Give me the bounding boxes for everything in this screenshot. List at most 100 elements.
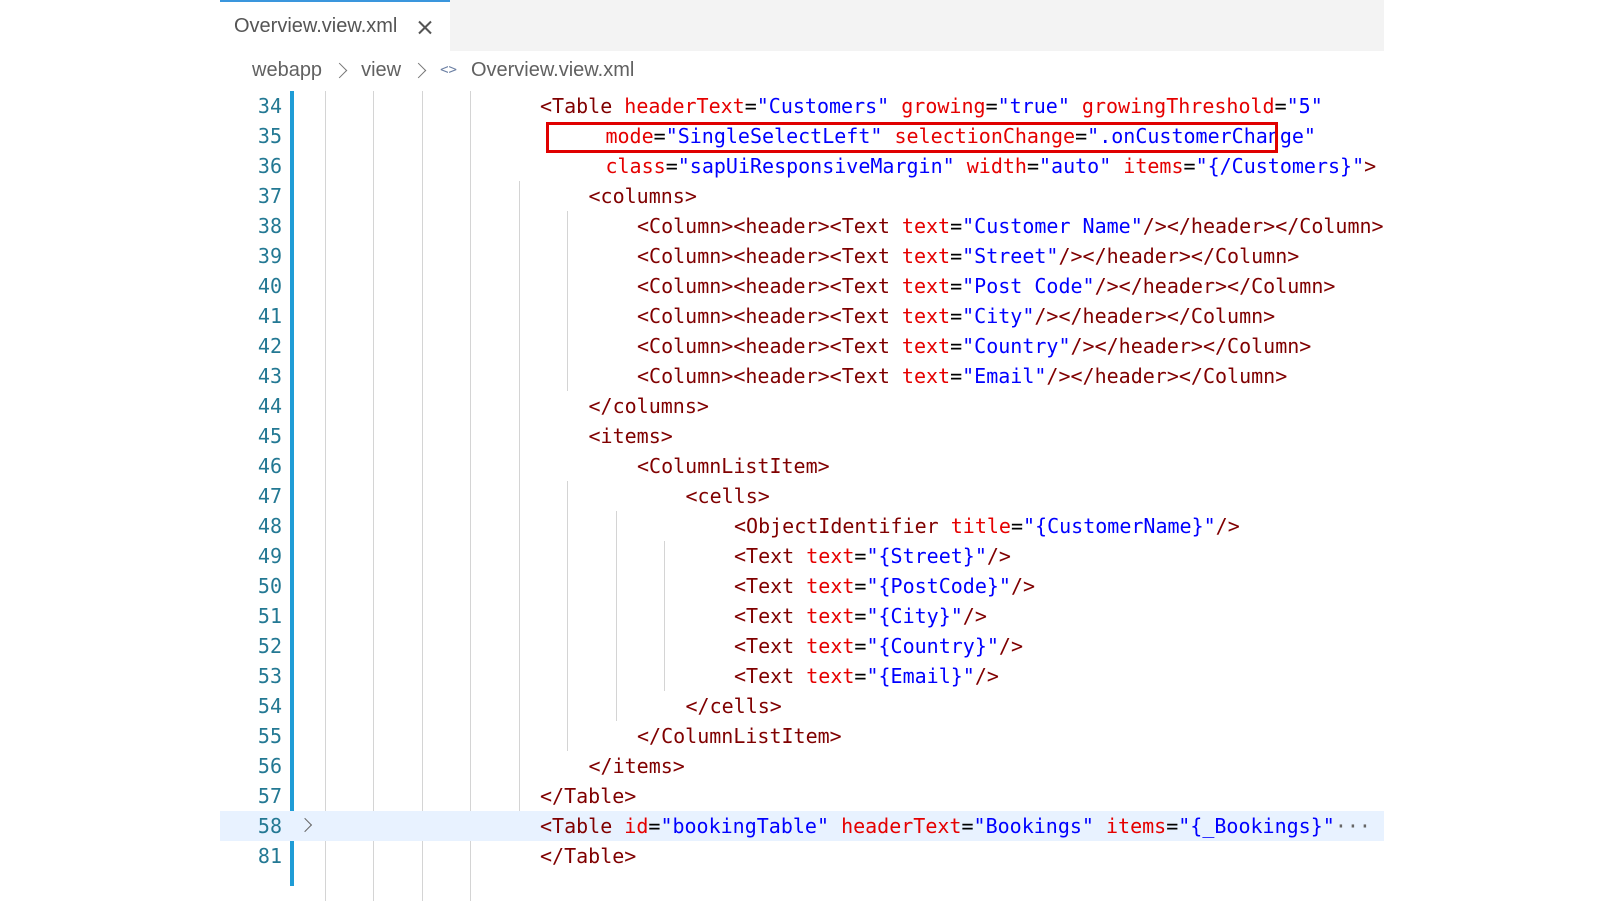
code-line[interactable]: 49 <Text text="{Street}"/> <box>220 541 1384 571</box>
token-tag: <Text <box>734 604 807 628</box>
token-op <box>829 814 841 838</box>
line-number: 81 <box>257 844 282 868</box>
line-number: 47 <box>257 484 282 508</box>
code-text: </ColumnListItem> <box>637 721 842 751</box>
tab-overview-view-xml[interactable]: Overview.view.xml <box>220 0 450 51</box>
code-line[interactable]: 38 <Column><header><Text text="Customer N… <box>220 211 1384 241</box>
token-tag: </items> <box>588 754 685 778</box>
code-text: <Column><header><Text text="Post Code"/>… <box>637 271 1335 301</box>
line-number: 43 <box>257 364 282 388</box>
code-area[interactable]: 34 <Table headerText="Customers" growing=… <box>220 91 1384 901</box>
code-editor[interactable]: Overview.view.xml webapp view <> Overvie… <box>220 0 1384 901</box>
token-tag: /> <box>998 634 1024 658</box>
token-op <box>1094 814 1106 838</box>
token-tag: <ObjectIdentifier <box>734 514 951 538</box>
token-attr: text <box>901 244 951 268</box>
code-line[interactable]: 58 <Table id="bookingTable" headerText="B… <box>220 811 1384 841</box>
token-attr: text <box>901 304 951 328</box>
token-attr: id <box>624 814 649 838</box>
token-tag: <Text <box>734 634 807 658</box>
token-attr: headerText <box>841 814 962 838</box>
token-str: "5" <box>1286 94 1323 118</box>
breadcrumb-item-view[interactable]: view <box>361 59 401 82</box>
code-line[interactable]: 34 <Table headerText="Customers" growing=… <box>220 91 1384 121</box>
token-attr: text <box>901 214 951 238</box>
token-op: = <box>1183 154 1196 178</box>
token-attr: text <box>806 664 855 688</box>
token-str: "Post Code" <box>962 274 1095 298</box>
line-number: 56 <box>257 754 282 778</box>
token-str: "sapUiResponsiveMargin" <box>677 154 955 178</box>
code-line[interactable]: 45 <items> <box>220 421 1384 451</box>
line-number: 48 <box>257 514 282 538</box>
code-line[interactable]: 48 <ObjectIdentifier title="{CustomerName… <box>220 511 1384 541</box>
code-line[interactable]: 44 </columns> <box>220 391 1384 421</box>
token-str: "true" <box>997 94 1070 118</box>
code-line[interactable]: 51 <Text text="{City}"/> <box>220 601 1384 631</box>
token-tag: <Column><header><Text <box>637 244 902 268</box>
token-tag: /> <box>1215 514 1240 538</box>
fold-chevron-icon[interactable] <box>297 817 313 833</box>
line-number: 34 <box>257 94 282 118</box>
code-text: <Column><header><Text text="Customer Nam… <box>637 211 1384 241</box>
code-text: class="sapUiResponsiveMargin" width="aut… <box>605 151 1376 181</box>
token-tag: <Column><header><Text <box>637 274 902 298</box>
code-line[interactable]: 39 <Column><header><Text text="Street"/><… <box>220 241 1384 271</box>
code-line[interactable]: 46 <ColumnListItem> <box>220 451 1384 481</box>
code-line[interactable]: 47 <cells> <box>220 481 1384 511</box>
line-number: 40 <box>257 274 282 298</box>
code-text: </columns> <box>589 391 709 421</box>
code-line[interactable]: 41 <Column><header><Text text="City"/></h… <box>220 301 1384 331</box>
line-number: 36 <box>257 154 282 178</box>
token-op <box>955 154 967 178</box>
token-op: = <box>1026 154 1039 178</box>
token-attr: growingThreshold <box>1081 94 1275 118</box>
close-icon[interactable] <box>418 20 432 34</box>
highlight-annotation-box <box>546 122 1278 153</box>
token-tag: <Table <box>540 814 625 838</box>
code-line[interactable]: 53 <Text text="{Email}"/> <box>220 661 1384 691</box>
code-line[interactable]: 37 <columns> <box>220 181 1384 211</box>
code-text: <Text text="{Email}"/> <box>734 661 999 691</box>
code-line[interactable]: 50 <Text text="{PostCode}"/> <box>220 571 1384 601</box>
line-number: 51 <box>257 604 282 628</box>
token-op: = <box>961 814 974 838</box>
token-tag: <Column><header><Text <box>637 364 902 388</box>
code-line[interactable]: 40 <Column><header><Text text="Post Code"… <box>220 271 1384 301</box>
code-text: <Column><header><Text text="Email"/></he… <box>637 361 1287 391</box>
code-line[interactable]: 55 </ColumnListItem> <box>220 721 1384 751</box>
code-line[interactable]: 81 </Table> <box>220 841 1384 871</box>
code-text: <cells> <box>686 481 770 511</box>
line-number: 46 <box>257 454 282 478</box>
code-line[interactable]: 43 <Column><header><Text text="Email"/></… <box>220 361 1384 391</box>
code-text: <Text text="{Country}"/> <box>734 631 1023 661</box>
token-op: = <box>1274 94 1287 118</box>
breadcrumb-item-file[interactable]: Overview.view.xml <box>471 59 634 82</box>
token-tag: <Column><header><Text <box>637 304 902 328</box>
code-line[interactable]: 56 </items> <box>220 751 1384 781</box>
token-str: "Bookings" <box>973 814 1094 838</box>
code-text: <Text text="{PostCode}"/> <box>734 571 1035 601</box>
token-str: "{Email}" <box>866 664 975 688</box>
code-line[interactable]: 54 </cells> <box>220 691 1384 721</box>
token-attr: text <box>806 574 855 598</box>
code-line[interactable]: 57 </Table> <box>220 781 1384 811</box>
line-number: 49 <box>257 544 282 568</box>
tab-bar: Overview.view.xml <box>220 0 1384 51</box>
code-line[interactable]: 36 class="sapUiResponsiveMargin" width="a… <box>220 151 1384 181</box>
token-str: "{_Bookings}" <box>1178 814 1335 838</box>
token-str: "Country" <box>962 334 1071 358</box>
token-op: = <box>950 364 963 388</box>
code-text: <ObjectIdentifier title="{CustomerName}"… <box>734 511 1240 541</box>
code-text: </items> <box>589 751 685 781</box>
breadcrumb-item-webapp[interactable]: webapp <box>252 59 322 82</box>
token-attr: class <box>605 154 666 178</box>
code-text: <ColumnListItem> <box>637 451 830 481</box>
token-tag: /> <box>962 604 987 628</box>
code-text: <Table id="bookingTable" headerText="Boo… <box>540 811 1371 841</box>
token-op: = <box>950 274 963 298</box>
token-tag: <Table <box>540 94 625 118</box>
code-line[interactable]: 42 <Column><header><Text text="Country"/>… <box>220 331 1384 361</box>
code-line[interactable]: 52 <Text text="{Country}"/> <box>220 631 1384 661</box>
token-op: = <box>985 94 998 118</box>
